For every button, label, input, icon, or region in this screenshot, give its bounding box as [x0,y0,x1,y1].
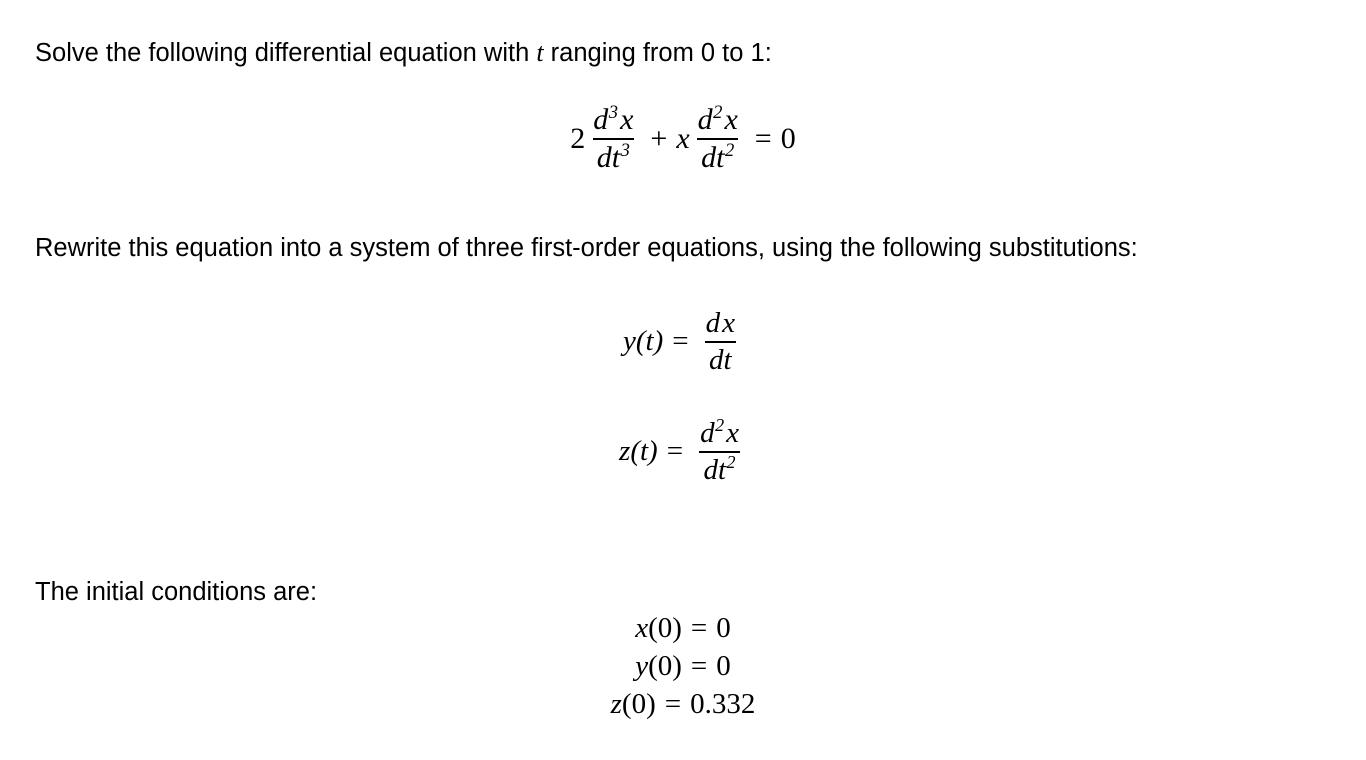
equation-right-hand-side: 0 [780,121,796,155]
initial-condition-y: y(0) = 0 [0,647,1366,685]
initial-condition-value: 0.332 [690,688,756,720]
denominator-dt: dt [709,343,732,376]
initial-condition-argument: (0) [648,650,682,682]
denominator-exponent: 3 [620,139,630,161]
equation-coefficient: 2 [570,121,586,155]
intro-variable-t: t [536,38,544,67]
substitution-z-function: z [619,435,631,468]
rewrite-instruction-paragraph: Rewrite this equation into a system of t… [35,234,1138,262]
denominator-dt: dt [701,140,725,174]
numerator-d: d [705,307,721,339]
initial-condition-function: z [610,688,622,720]
fraction-denominator: dt2 [697,137,739,174]
initial-conditions-label: The initial conditions are: [35,578,318,606]
numerator-exponent: 3 [608,102,619,123]
substitution-z-argument: (t) [630,435,658,468]
denominator-exponent: 2 [726,452,736,473]
initial-condition-function: y [635,650,649,682]
second-derivative-fraction: d2x dt2 [694,102,742,174]
numerator-d: d [697,103,713,136]
denominator-exponent: 2 [724,139,735,161]
denominator-dt: dt [596,140,621,174]
equals-sign: = [666,435,684,468]
denominator-dt: dt [703,453,727,486]
substitution-z-row: z (t) = d2x dt2 [619,415,747,486]
equals-sign: = [690,612,708,644]
equals-sign: = [690,650,708,682]
intro-text-before: Solve the following differential equatio… [35,39,537,67]
fraction-denominator: dt2 [699,450,740,486]
fraction-numerator: d2x [696,415,743,451]
first-derivative-fraction: dx dt [702,308,739,375]
initial-condition-x: x(0) = 0 [0,609,1366,647]
substitution-equation-y: y (t) = dx dt [0,308,1366,375]
numerator-exponent: 2 [715,415,725,436]
substitution-y-argument: (t) [635,325,664,358]
substitution-equation-z: z (t) = d2x dt2 [0,415,1366,486]
fraction-numerator: dx [702,308,739,341]
equation-multiplier-x: x [676,121,690,155]
fraction-denominator: dt3 [592,137,634,174]
fraction-numerator: d2x [694,102,742,138]
equals-sign: = [754,121,772,155]
fraction-denominator: dt [705,340,736,376]
main-equation-row: 2 d3x dt3 + x d2x dt2 = 0 [570,102,796,174]
numerator-d: d [593,103,609,136]
initial-condition-argument: (0) [621,688,656,720]
equals-sign: = [664,688,682,720]
intro-text-after: ranging from 0 to 1: [543,39,772,67]
plus-operator: + [650,121,668,155]
initial-condition-function: x [635,612,649,644]
initial-condition-z: z(0) = 0.332 [0,685,1366,723]
equals-sign: = [672,325,689,358]
main-differential-equation: 2 d3x dt3 + x d2x dt2 = 0 [0,102,1366,174]
initial-condition-value: 0 [716,650,731,682]
substitution-y-row: y (t) = dx dt [623,308,743,375]
initial-condition-argument: (0) [648,612,682,644]
numerator-variable: x [722,307,735,339]
second-derivative-fraction: d2x dt2 [696,415,743,486]
numerator-exponent: 2 [713,102,723,123]
document-page: Solve the following differential equatio… [0,0,1366,760]
numerator-variable: x [724,103,738,136]
numerator-d: d [700,417,715,449]
intro-sentence: Solve the following differential equatio… [35,33,1285,73]
fraction-numerator: d3x [589,102,637,138]
initial-condition-value: 0 [716,612,731,644]
third-derivative-fraction: d3x dt3 [589,102,637,174]
numerator-variable: x [620,103,634,136]
initial-conditions-block: x(0) = 0 y(0) = 0 z(0) = 0.332 [0,609,1366,723]
numerator-variable: x [726,417,739,449]
substitution-y-function: y [623,325,636,358]
